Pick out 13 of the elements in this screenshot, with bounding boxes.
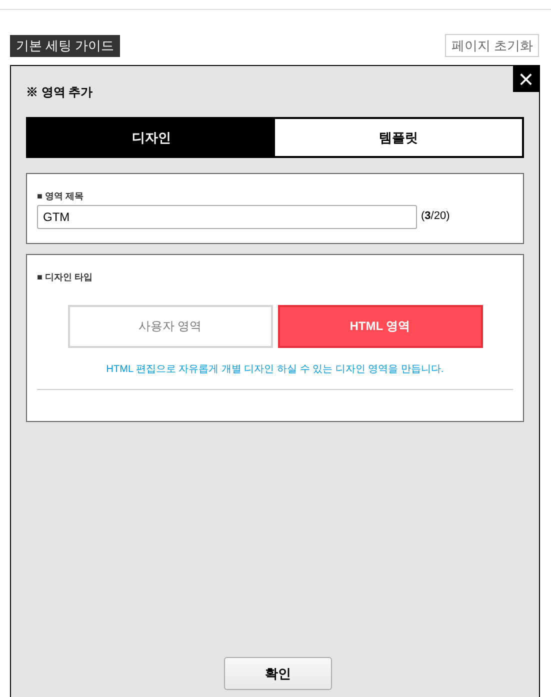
title-input-field[interactable]: GTM <box>37 204 417 228</box>
confirm-button[interactable]: 확인 <box>224 657 332 690</box>
description-text: HTML 편집으로 자유롭게 개별 디자인 하실 수 있는 디자인 영역을 만듭니다. <box>105 362 445 376</box>
guide-button[interactable]: 기본 세팅 가이드 <box>10 34 120 56</box>
character-counter: (3/20) <box>421 209 450 224</box>
close-button[interactable]: × <box>513 66 539 92</box>
tab[interactable]: 디자인 <box>28 119 275 156</box>
reset-button[interactable]: 페이지 초기화 <box>445 34 539 57</box>
section-label: ■ 디자인 타입 <box>37 271 94 284</box>
type-option[interactable]: 사용자 영역 <box>68 304 272 348</box>
section-label: ■ 영역 제목 <box>37 190 84 203</box>
tab[interactable]: 템플릿 <box>275 119 522 156</box>
dialog-title: ※ 영역 추가 <box>26 84 94 99</box>
